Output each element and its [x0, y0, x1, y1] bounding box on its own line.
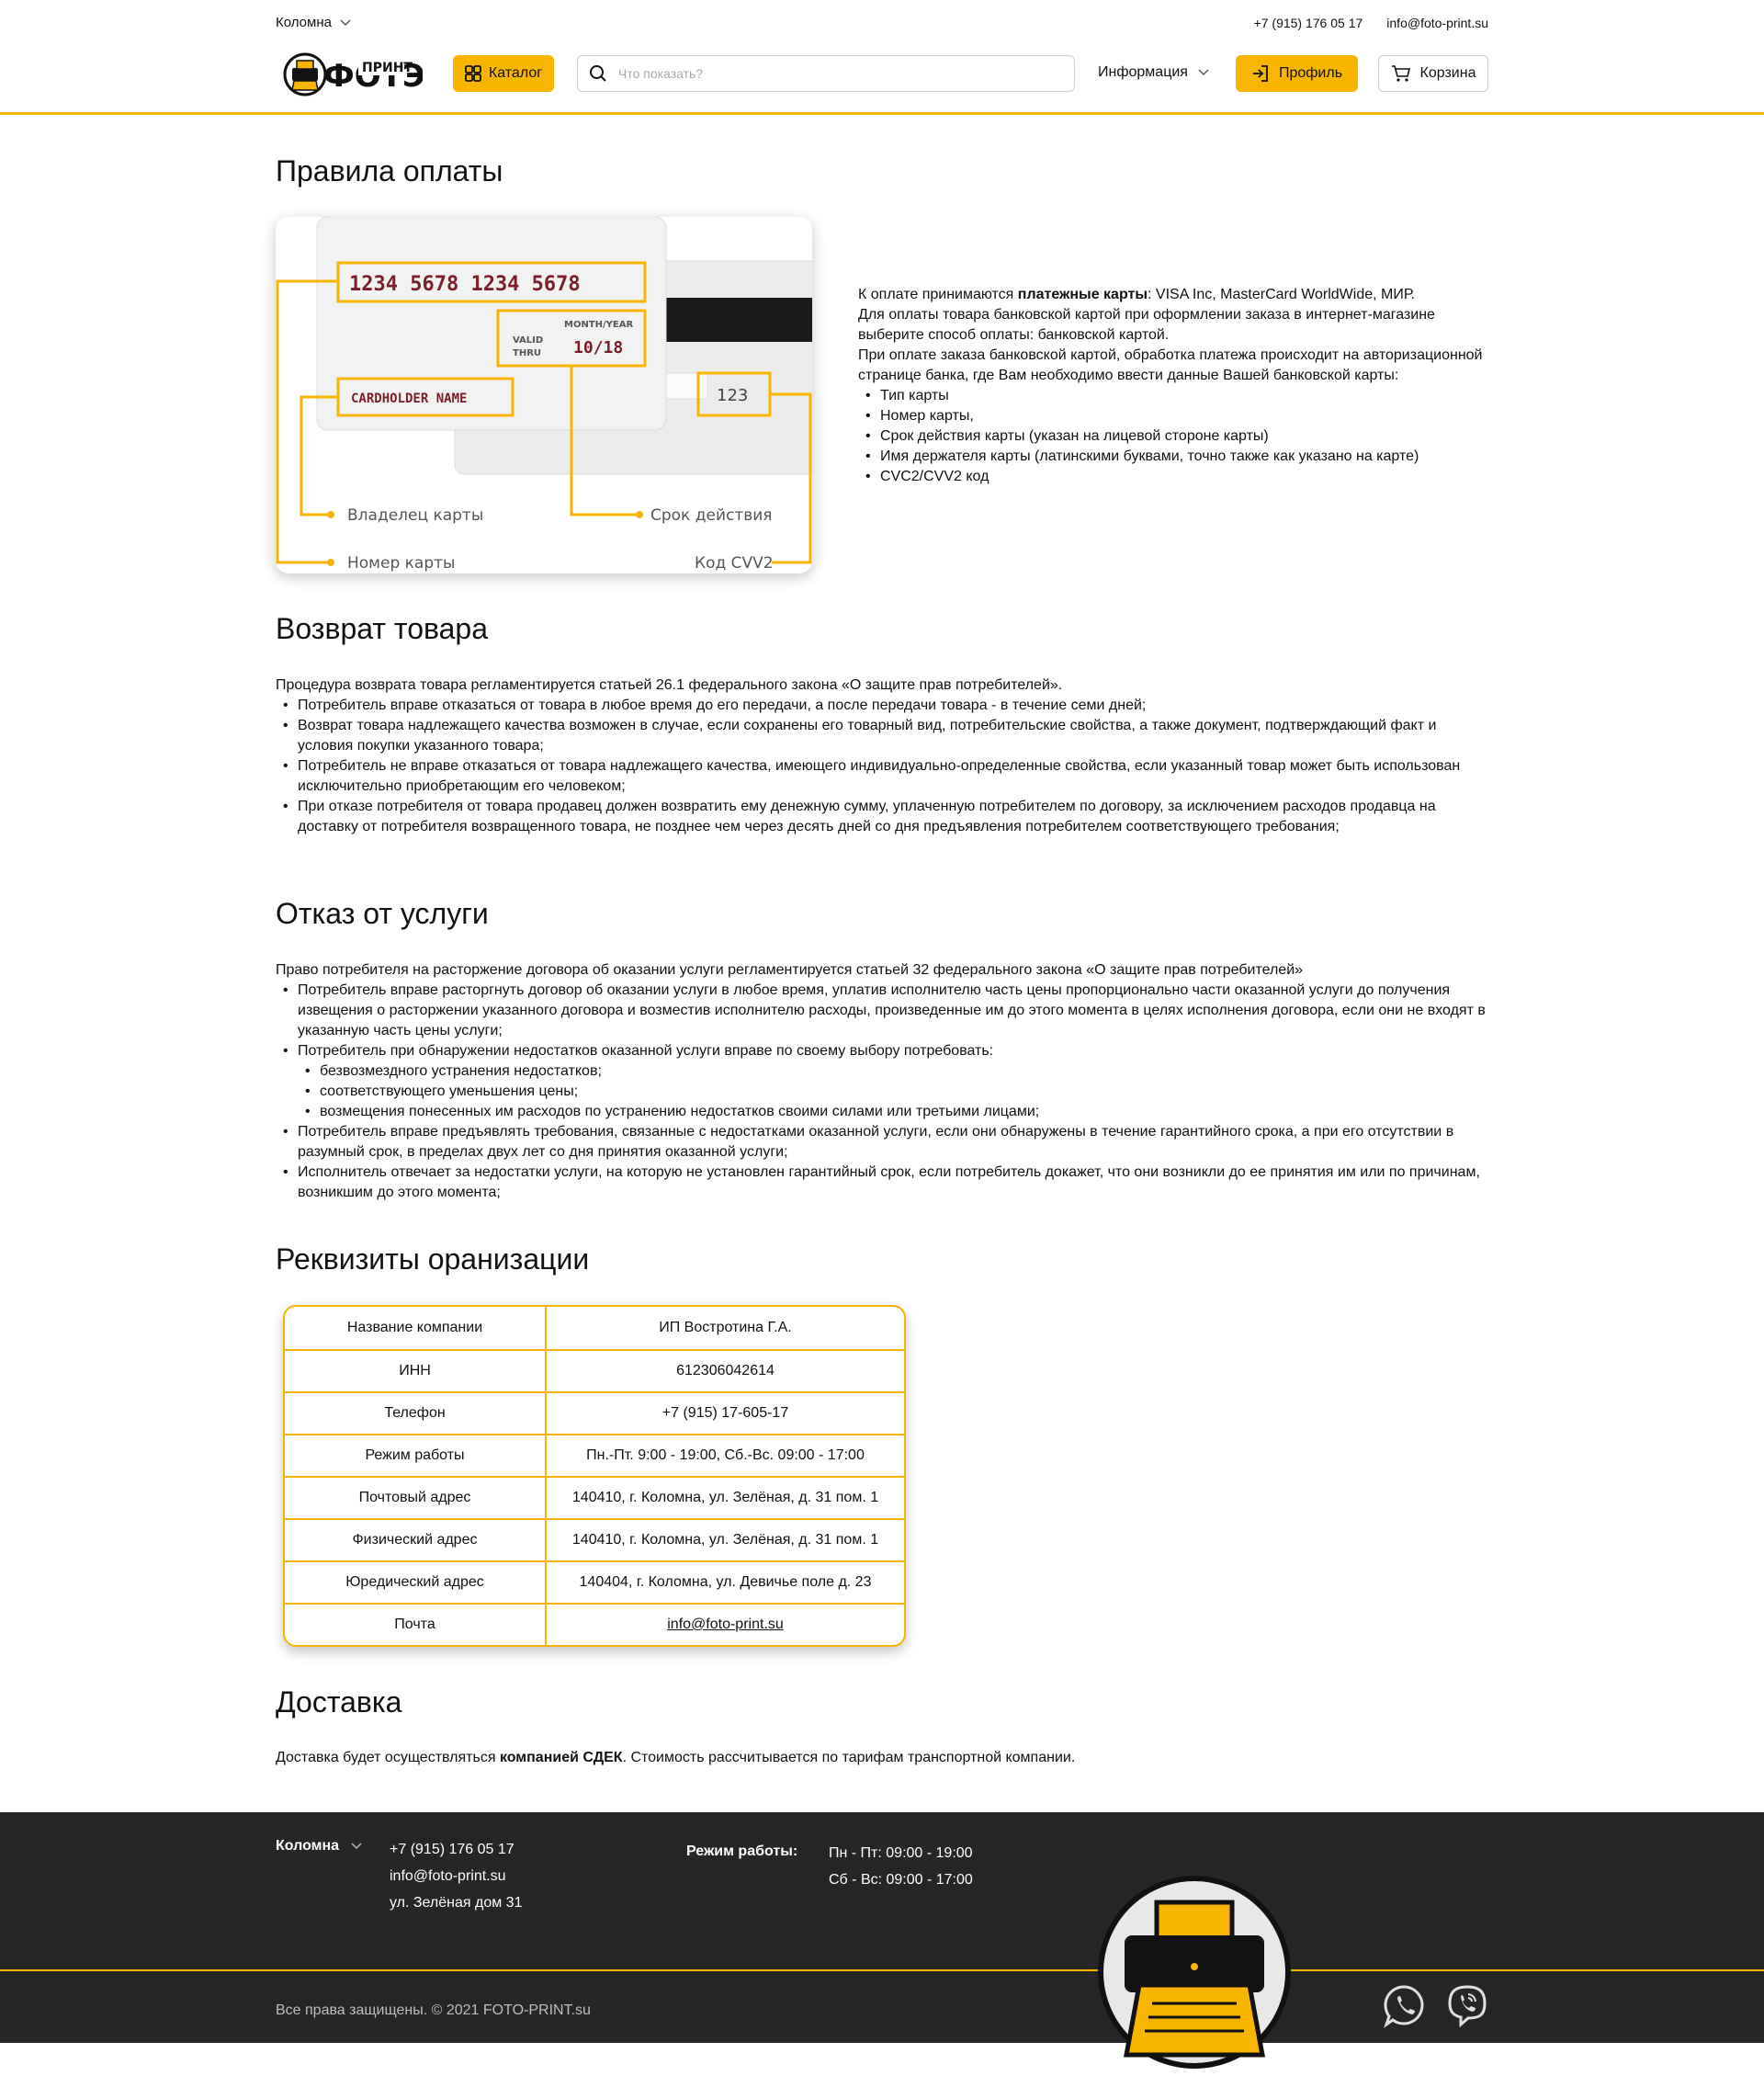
- whatsapp-icon[interactable]: [1382, 1983, 1428, 2029]
- table-row: Телефон +7 (915) 17-605-17: [285, 1391, 904, 1434]
- list-item: Потребитель не вправе отказаться от това…: [276, 756, 1488, 797]
- card-month-year: MONTH/YEAR: [564, 320, 633, 330]
- payment-list: Тип карты Номер карты, Срок действия кар…: [858, 386, 1501, 487]
- chevron-down-icon: [340, 19, 351, 27]
- table-row: ИНН 612306042614: [285, 1349, 904, 1391]
- returns-intro: Процедура возврата товара регламентирует…: [276, 677, 1063, 693]
- list-item: соответствующего уменьшения цены;: [276, 1082, 1488, 1102]
- card-number: 1234 5678 1234 5678: [349, 273, 581, 296]
- profile-button[interactable]: Профиль: [1236, 55, 1358, 92]
- city-label: Коломна: [276, 15, 332, 30]
- list-item: возмещения понесенных им расходов по уст…: [276, 1102, 1488, 1122]
- returns-title: Возврат товара: [276, 612, 489, 645]
- list-item: Срок действия карты (указан на лицевой с…: [858, 426, 1501, 447]
- search-icon: [590, 65, 606, 82]
- top-phone[interactable]: +7 (915) 176 05 17: [1254, 13, 1363, 33]
- grid-icon: [465, 65, 481, 82]
- payment-intro: К оплате принимаются платежные карты: VI…: [858, 287, 1415, 302]
- viber-icon[interactable]: [1444, 1983, 1490, 2029]
- card-expiry: 10/18: [573, 338, 623, 357]
- refusal-title: Отказ от услуги: [276, 897, 489, 930]
- footer-phone[interactable]: +7 (915) 176 05 17: [390, 1836, 522, 1863]
- top-bar: Коломна +7 (915) 176 05 17 info@foto-pri…: [276, 13, 1488, 33]
- requisites-email-link[interactable]: info@foto-print.su: [667, 1615, 784, 1635]
- list-item: Номер карты,: [858, 406, 1501, 426]
- list-item: Потребитель вправе отказаться от товара …: [276, 696, 1488, 716]
- list-item: безвозмездного устранения недостатков;: [276, 1061, 1488, 1082]
- requisites-table: Название компании ИП Востротина Г.А. ИНН 6…: [283, 1305, 906, 1647]
- label-owner: Владелец карты: [347, 506, 483, 525]
- cart-label: Корзина: [1419, 65, 1476, 81]
- table-row: Юредический адрес 140404, г. Коломна, ул.…: [285, 1560, 904, 1603]
- catalog-label: Каталог: [488, 65, 543, 81]
- site-footer: Коломна +7 (915) 176 05 17 info@foto-pri…: [0, 1812, 1764, 2069]
- card-cvv: 123: [717, 386, 748, 405]
- info-menu[interactable]: Информация: [1098, 62, 1210, 83]
- label-cvv: Код CVV2: [695, 554, 774, 573]
- payment-text: К оплате принимаются платежные карты: VI…: [858, 285, 1501, 487]
- table-row: Режим работы Пн.-Пт. 9:00 - 19:00, Сб.-Вс…: [285, 1434, 904, 1476]
- footer-hours: Пн - Пт: 09:00 - 19:00 Сб - Вс: 09:00 - …: [829, 1845, 973, 1888]
- label-expiry: Срок действия: [650, 506, 773, 525]
- payment-line3: При оплате заказа банковской картой, обр…: [858, 347, 1483, 383]
- footer-email[interactable]: info@foto-print.su: [390, 1863, 522, 1889]
- requisites-title: Реквизиты оранизации: [276, 1242, 590, 1276]
- card-holder: CARDHOLDER NAME: [351, 391, 467, 406]
- chevron-down-icon: [351, 1843, 362, 1850]
- footer-printer-logo: [1097, 1875, 1292, 2070]
- footer-copyright: Все права защищены. © 2021 FOTO-PRINT.su: [276, 2002, 591, 2018]
- cart-icon: [1391, 65, 1410, 82]
- payment-title: Правила оплаты: [276, 154, 503, 187]
- delivery-text: Доставка будет осуществляться компанией …: [276, 1750, 1076, 1765]
- profile-label: Профиль: [1278, 65, 1343, 81]
- footer-divider: [0, 1969, 1764, 1971]
- chevron-down-icon: [1198, 69, 1209, 76]
- table-row: Почта info@foto-print.su: [285, 1603, 904, 1645]
- list-item: Потребитель при обнаружении недостатков …: [276, 1041, 1488, 1122]
- footer-city-selector[interactable]: Коломна: [276, 1836, 363, 1856]
- card-illustration: 1234 5678 1234 5678 MONTH/YEAR VALID THR…: [276, 217, 812, 573]
- list-item: Имя держателя карты (латинскими буквами,…: [858, 447, 1501, 467]
- list-item: Тип карты: [858, 386, 1501, 406]
- table-row: Физический адрес 140410, г. Коломна, ул. …: [285, 1518, 904, 1560]
- list-item: Потребитель вправе расторгнуть договор о…: [276, 981, 1488, 1041]
- top-email[interactable]: info@foto-print.su: [1386, 13, 1488, 33]
- site-logo[interactable]: ФОТЭ ПРИНТ: [283, 51, 425, 97]
- refusal-intro: Право потребителя на расторжение договор…: [276, 962, 1304, 978]
- returns-text: Процедура возврата товара регламентирует…: [276, 675, 1488, 837]
- table-row: Название компании ИП Востротина Г.А.: [285, 1307, 904, 1349]
- svg-text:ПРИНТ: ПРИНТ: [362, 61, 413, 75]
- payment-line2: Для оплаты товара банковской картой при …: [858, 307, 1435, 343]
- footer-address: ул. Зелёная дом 31: [390, 1895, 523, 1911]
- card-valid-2: THRU: [513, 348, 541, 358]
- returns-list: Потребитель вправе отказаться от товара …: [276, 696, 1488, 837]
- delivery-title: Доставка: [276, 1685, 402, 1719]
- label-number: Номер карты: [347, 554, 455, 573]
- list-item: Возврат товара надлежащего качества возм…: [276, 716, 1488, 756]
- search-box[interactable]: [577, 55, 1075, 92]
- catalog-button[interactable]: Каталог: [453, 55, 554, 92]
- list-item: Исполнитель отвечает за недостатки услуг…: [276, 1163, 1488, 1203]
- footer-hours-label: Режим работы:: [686, 1843, 798, 1859]
- list-item: CVC2/CVV2 код: [858, 467, 1501, 487]
- cart-button[interactable]: Корзина: [1378, 55, 1488, 92]
- list-item: При отказе потребителя от товара продаве…: [276, 797, 1488, 837]
- login-icon: [1252, 65, 1268, 82]
- info-menu-label: Информация: [1098, 64, 1188, 80]
- refusal-text: Право потребителя на расторжение договор…: [276, 960, 1488, 1203]
- card-valid-1: VALID: [513, 335, 543, 346]
- footer-contacts: +7 (915) 176 05 17 info@foto-print.su ул…: [390, 1836, 522, 1916]
- city-selector[interactable]: Коломна: [276, 13, 352, 33]
- site-header: ФОТЭ ПРИНТ Каталог Информация Профиль Ко…: [276, 48, 1488, 99]
- table-row: Почтовый адрес 140410, г. Коломна, ул. Зе…: [285, 1476, 904, 1518]
- search-input[interactable]: [618, 66, 1074, 81]
- refusal-list: Потребитель вправе расторгнуть договор о…: [276, 981, 1488, 1203]
- header-divider: [0, 112, 1764, 115]
- list-item: Потребитель вправе предъявлять требовани…: [276, 1122, 1488, 1163]
